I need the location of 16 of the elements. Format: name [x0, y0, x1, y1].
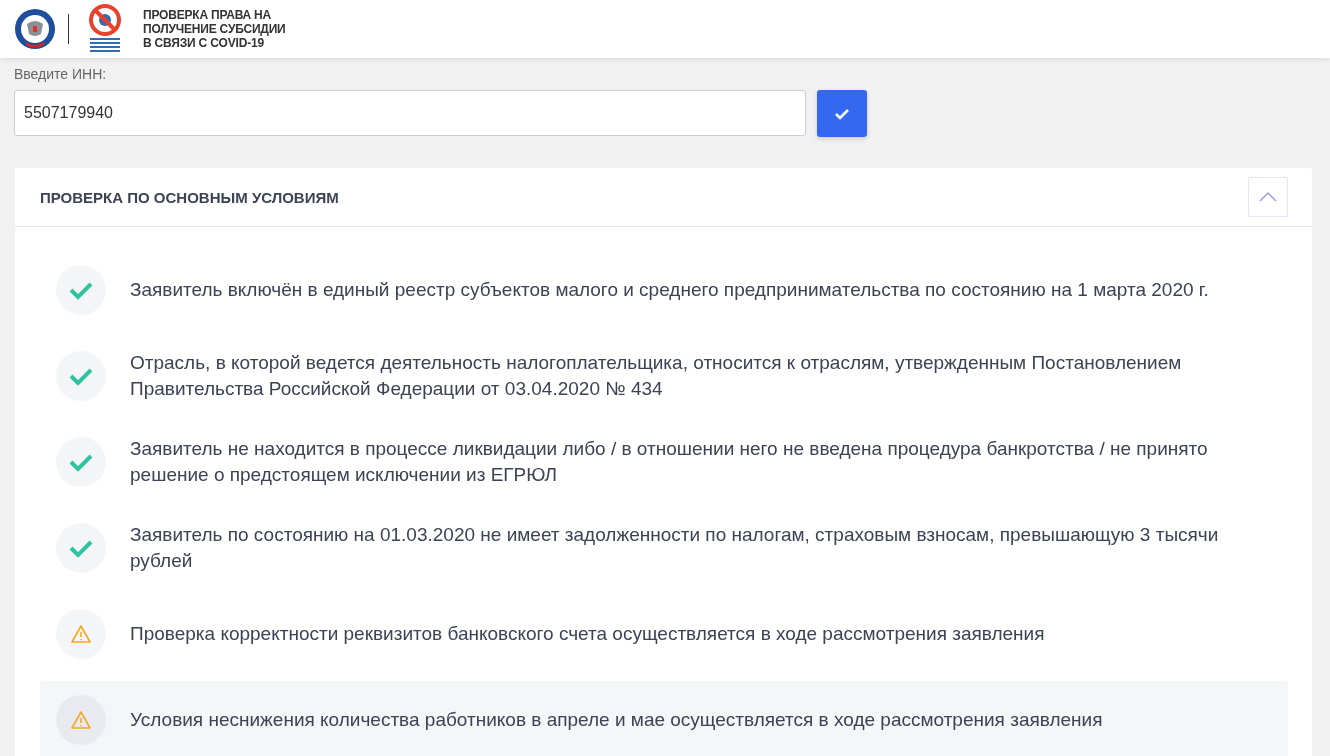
- condition-text: Заявитель по состоянию на 01.03.2020 не имеет задолженности по налогам, страховым взносам, превышающую 3 тысячи рублей: [130, 523, 1220, 573]
- virus-prohibited-icon: [87, 4, 123, 54]
- collapse-button[interactable]: [1248, 177, 1288, 217]
- condition-text: Условия неснижения количества работников в апреле и мае осуществляется в ходе рассмотрения заявления: [130, 708, 1103, 732]
- emblem-logo-icon: [14, 8, 56, 50]
- chevron-up-icon: [1259, 192, 1277, 202]
- condition-text: Заявитель не находится в процессе ликвидации либо / в отношении него не введена процедура банкротства / не принято решение о предстоящем исключении из ЕГРЮЛ: [130, 437, 1209, 487]
- inn-input-field[interactable]: 5507179940: [14, 90, 806, 136]
- condition-text: Заявитель включён в единый реестр субъектов малого и среднего предпринимательства по состоянию на 1 марта 2020 г.: [130, 278, 1209, 302]
- section-title: ПРОВЕРКА ПО ОСНОВНЫМ УСЛОВИЯМ: [40, 188, 339, 206]
- app-title: ПРОВЕРКА ПРАВА НА ПОЛУЧЕНИЕ СУБСИДИИ В СВЯЗИ С COVID-19: [143, 8, 286, 50]
- condition-text: Отрасль, в которой ведется деятельность налогоплательщика, относится к отраслям, утвержденным Постановлением Правительства Российской Федерации от 03.04.2020 № 434: [130, 351, 1183, 401]
- inn-label: Введите ИНН:: [14, 66, 108, 82]
- submit-button[interactable]: [817, 90, 867, 137]
- checkmark-icon: [834, 107, 850, 120]
- condition-text: Проверка корректности реквизитов банковского счета осуществляется в ходе рассмотрения заявления: [130, 622, 1045, 646]
